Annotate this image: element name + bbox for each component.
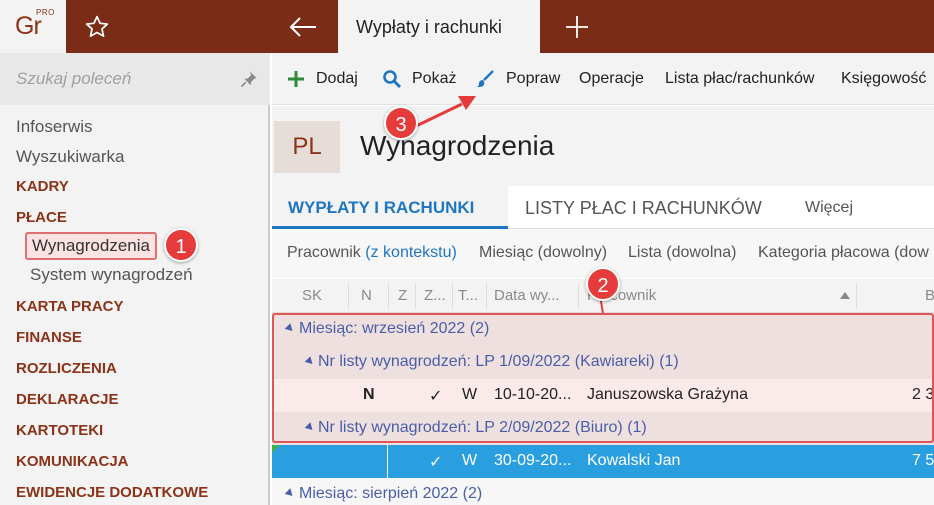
group-row-month-september[interactable]: Miesiąc: wrzesień 2022 (2) [272, 313, 934, 346]
sidebar-section-komunikacja[interactable]: KOMUNIKACJA [16, 453, 129, 470]
column-separator [486, 283, 487, 309]
filter-employee-value: (z kontekstu) [365, 244, 457, 261]
cell-date: 30-09-20... [494, 452, 572, 469]
column-separator [348, 283, 349, 309]
expand-triangle-icon[interactable] [304, 422, 316, 433]
column-separator [452, 283, 453, 309]
pin-icon[interactable] [240, 70, 258, 88]
column-z[interactable]: Z [398, 287, 407, 304]
sidebar-item-infoserwis[interactable]: Infoserwis [16, 117, 93, 137]
filter-month[interactable]: Miesiąc (dowolny) [479, 244, 607, 262]
table-row-selected[interactable]: ✓ W 30-09-20... Kowalski Jan 7 5 [272, 445, 934, 478]
sidebar-section-finanse[interactable]: FINANSE [16, 329, 82, 346]
logo-pro-badge: PRO [36, 8, 55, 17]
group-label: Nr listy wynagrodzeń: LP 1/09/2022 (Kawi… [318, 353, 679, 370]
cell-employee: Januszowska Grażyna [587, 386, 748, 403]
filter-employee[interactable]: Pracownik (z kontekstu) [287, 244, 457, 262]
cell-date: 10-10-20... [494, 386, 572, 403]
column-separator [387, 445, 388, 478]
cell-check: ✓ [429, 388, 443, 405]
sidebar-item-system-wynagrodzen[interactable]: System wynagrodzeń [30, 265, 193, 285]
group-label: Miesiąc: sierpień 2022 (2) [299, 485, 483, 502]
sidebar-section-karta-pracy[interactable]: KARTA PRACY [16, 298, 124, 315]
step-badge-3: 3 [384, 106, 418, 140]
expand-triangle-icon[interactable] [284, 323, 296, 334]
table-row[interactable]: N ✓ W 10-10-20... Januszowska Grażyna 2 … [272, 379, 934, 412]
brush-icon[interactable] [475, 69, 495, 89]
row-marker-icon [272, 445, 280, 453]
top-bar: Gr PRO Wypłaty i rachunki [0, 0, 934, 53]
accounting-button[interactable]: Księgowość [841, 70, 926, 88]
module-badge: PL [274, 121, 340, 173]
cell-type: W [462, 452, 478, 469]
filter-employee-label: Pracownik [287, 244, 361, 261]
filter-list[interactable]: Lista (dowolna) [628, 244, 737, 262]
content-tabs: WYPŁATY I RACHUNKI LISTY PŁAC I RACHUNKÓ… [272, 186, 934, 229]
expand-triangle-icon[interactable] [284, 488, 296, 499]
tab-more[interactable]: Więcej [805, 199, 853, 217]
column-date[interactable]: Data wy... [494, 287, 560, 304]
cell-n: N [363, 386, 375, 403]
sort-up-icon[interactable] [840, 292, 850, 299]
column-n[interactable]: N [361, 287, 372, 304]
operations-button[interactable]: Operacje [579, 70, 644, 88]
tab-wyplaty-i-rachunki-content[interactable]: WYPŁATY I RACHUNKI [272, 186, 508, 229]
sidebar-section-place[interactable]: PŁACE [16, 209, 67, 226]
sidebar-section-ewidencje-dodatkowe[interactable]: EWIDENCJE DODATKOWE [16, 484, 208, 501]
add-plus-icon[interactable] [286, 69, 306, 89]
cell-b: 7 5 [912, 452, 934, 469]
sidebar-item-wynagrodzenia[interactable]: Wynagrodzenia [25, 232, 157, 260]
column-separator [578, 283, 579, 309]
tab-label: Wypłaty i rachunki [356, 17, 502, 37]
tab-wyplaty-i-rachunki[interactable]: Wypłaty i rachunki [338, 0, 540, 53]
filter-category[interactable]: Kategoria płacowa (dow [758, 244, 929, 262]
column-sk[interactable]: SK [302, 287, 322, 304]
sidebar-section-kartoteki[interactable]: KARTOTEKI [16, 422, 103, 439]
payroll-list-button[interactable]: Lista płac/rachunków [665, 70, 814, 88]
group-label: Nr listy wynagrodzeń: LP 2/09/2022 (Biur… [318, 419, 647, 436]
show-button[interactable]: Pokaż [412, 70, 456, 88]
group-label: Miesiąc: wrzesień 2022 (2) [299, 320, 490, 337]
cell-b: 2 3 [912, 386, 934, 403]
step-badge-1: 1 [164, 228, 198, 262]
tab-label-wyplaty: WYPŁATY I RACHUNKI [288, 198, 475, 217]
sidebar-section-deklaracje[interactable]: DEKLARACJE [16, 391, 119, 408]
column-t[interactable]: T... [458, 287, 478, 304]
sidebar: Infoserwis Wyszukiwarka KADRY PŁACE Wyna… [0, 53, 270, 505]
search-input[interactable] [16, 67, 226, 91]
add-button[interactable]: Dodaj [316, 70, 358, 88]
star-icon[interactable] [84, 14, 110, 40]
app-logo[interactable]: Gr PRO [0, 0, 66, 53]
column-separator [388, 283, 389, 309]
cell-type: W [462, 386, 478, 403]
group-row-list-biuro[interactable]: Nr listy wynagrodzeń: LP 2/09/2022 (Biur… [272, 412, 934, 445]
column-separator [415, 283, 416, 309]
edit-button[interactable]: Popraw [506, 70, 560, 88]
back-arrow-icon[interactable] [288, 14, 318, 40]
search-icon[interactable] [382, 69, 402, 89]
group-row-month-august[interactable]: Miesiąc: sierpień 2022 (2) [272, 478, 934, 505]
tab-listy-plac[interactable]: LISTY PŁAC I RACHUNKÓW [525, 198, 762, 219]
column-z2[interactable]: Z... [424, 287, 446, 304]
plus-icon[interactable] [564, 14, 590, 40]
group-row-list-kawiareki[interactable]: Nr listy wynagrodzeń: LP 1/09/2022 (Kawi… [272, 346, 934, 379]
sidebar-section-rozliczenia[interactable]: ROZLICZENIA [16, 360, 117, 377]
cell-check: ✓ [429, 454, 443, 471]
sidebar-section-kadry[interactable]: KADRY [16, 178, 69, 195]
toolbar: Dodaj Pokaż Popraw Operacje Lista płac/r… [272, 53, 934, 105]
column-b[interactable]: B [925, 287, 934, 304]
step-badge-2: 2 [586, 267, 620, 301]
page-header: PL Wynagrodzenia [272, 106, 934, 186]
expand-triangle-icon[interactable] [304, 356, 316, 367]
sidebar-item-wyszukiwarka[interactable]: Wyszukiwarka [16, 147, 124, 167]
column-separator [856, 283, 857, 309]
command-search [0, 53, 270, 105]
cell-employee: Kowalski Jan [587, 452, 681, 469]
